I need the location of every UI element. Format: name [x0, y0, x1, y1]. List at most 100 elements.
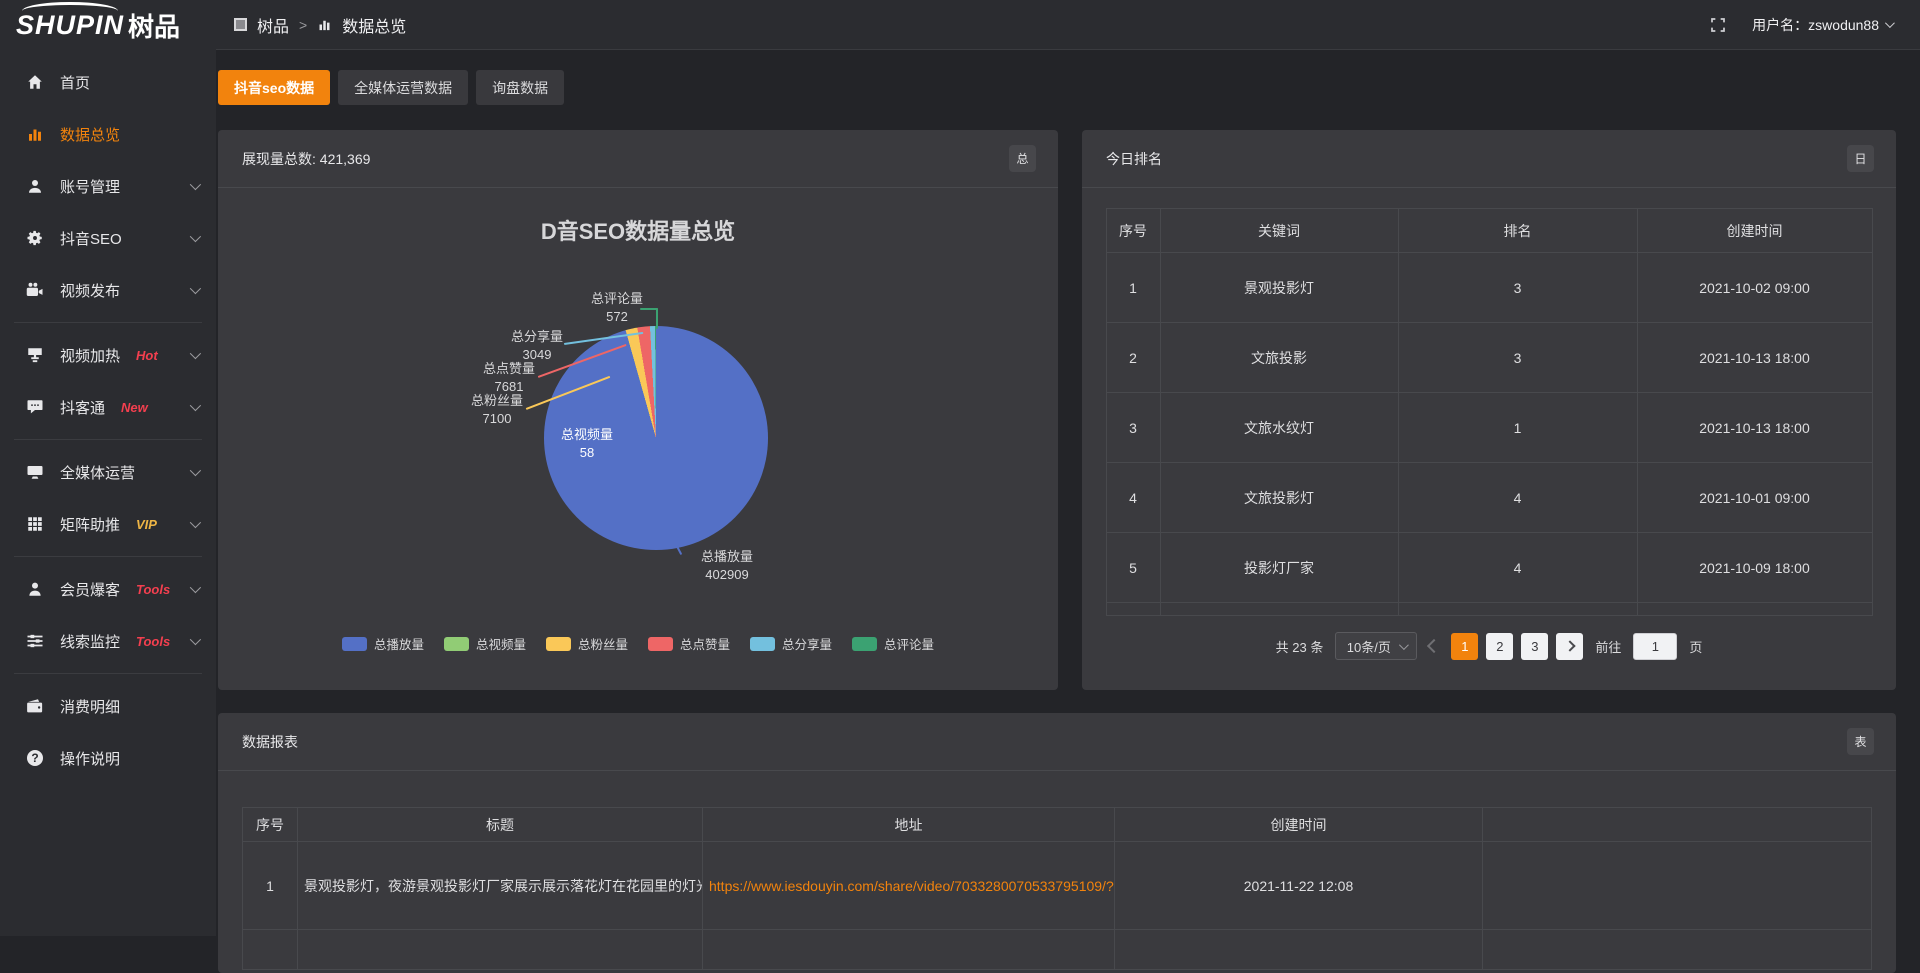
day-toggle-button[interactable]: 日 — [1847, 145, 1874, 172]
menu-divider — [14, 556, 202, 557]
menu-divider — [14, 322, 202, 323]
table-row: 1 景观投影灯，夜游景观投影灯厂家展示展示落花灯在花园里的灯光投影应用效果 # … — [243, 842, 1872, 930]
sidebar-item-member-burst[interactable]: 会员爆客 Tools — [0, 563, 216, 615]
sidebar-item-lead-monitor[interactable]: 线索监控 Tools — [0, 615, 216, 667]
chevron-down-icon — [190, 231, 201, 242]
next-page-button[interactable] — [1556, 633, 1583, 660]
legend-swatch — [546, 637, 571, 651]
page-button-3[interactable]: 3 — [1521, 633, 1548, 660]
column-header: 地址 — [703, 808, 1115, 842]
monitor-icon — [26, 463, 44, 481]
menu-divider — [14, 439, 202, 440]
user-menu[interactable]: 用户名：zswodun88 — [1752, 15, 1892, 35]
total-toggle-button[interactable]: 总 — [1009, 145, 1036, 172]
fullscreen-icon[interactable] — [1710, 17, 1726, 33]
tools-badge: Tools — [136, 634, 170, 649]
home-icon — [26, 73, 44, 91]
chevron-down-icon — [1399, 640, 1409, 650]
sidebar-item-media-operation[interactable]: 全媒体运营 — [0, 446, 216, 498]
goto-suffix-label: 页 — [1689, 637, 1702, 656]
chevron-down-icon — [1885, 18, 1895, 28]
sidebar-item-douyin-seo[interactable]: 抖音SEO — [0, 212, 216, 264]
sidebar-item-data-overview[interactable]: 数据总览 — [0, 108, 216, 160]
chevron-down-icon — [190, 400, 201, 411]
sidebar-item-consumption-detail[interactable]: 消费明细 — [0, 680, 216, 732]
sidebar-item-label: 矩阵助推 — [60, 514, 120, 535]
table-row: 5 投影灯厂家 4 2021-10-09 18:00 — [1106, 533, 1872, 603]
pie-chart[interactable]: D音SEO数据量总览 总评论量572 总分享量3049 总点赞量7681 总粉 — [242, 188, 1034, 658]
sidebar-item-matrix-boost[interactable]: 矩阵助推 VIP — [0, 498, 216, 550]
sidebar-item-label: 消费明细 — [60, 696, 120, 717]
chevron-down-icon — [190, 283, 201, 294]
sidebar-item-video-publish[interactable]: 视频发布 — [0, 264, 216, 316]
chevron-down-icon — [190, 179, 201, 190]
chevron-down-icon — [190, 582, 201, 593]
grid-icon — [26, 515, 44, 533]
column-header: 创建时间 — [1637, 209, 1872, 253]
video-title-cell: 景观投影灯，夜游景观投影灯厂家展示展示落花灯在花园里的灯光投影应用效果 # — [298, 842, 703, 930]
tools-badge: Tools — [136, 582, 170, 597]
logo-text-cn: 树品 — [128, 7, 180, 44]
sidebar-item-home[interactable]: 首页 — [0, 56, 216, 108]
sidebar-item-doukettong[interactable]: 抖客通 New — [0, 381, 216, 433]
menu-divider — [14, 673, 202, 674]
overview-panel-header: 展现量总数: 421,369 — [218, 130, 1058, 188]
page-size-select[interactable]: 10条/页 — [1335, 632, 1417, 660]
main-content: 抖音seo数据 全媒体运营数据 询盘数据 展现量总数: 421,369 总 D音… — [216, 50, 1920, 936]
tab-media-operation-data[interactable]: 全媒体运营数据 — [338, 70, 468, 105]
page-goto-input[interactable] — [1633, 633, 1677, 660]
page-button-2[interactable]: 2 — [1486, 633, 1513, 660]
goto-label: 前往 — [1595, 637, 1621, 656]
video-url-link[interactable]: https://www.iesdouyin.com/share/video/70… — [709, 878, 1115, 894]
table-toggle-button[interactable]: 表 — [1847, 728, 1874, 755]
column-header: 关键词 — [1160, 209, 1398, 253]
legend-swatch — [342, 637, 367, 651]
tab-inquiry-data[interactable]: 询盘数据 — [476, 70, 564, 105]
comment-icon — [26, 398, 44, 416]
pie-label-share: 总分享量3049 — [492, 328, 582, 364]
legend-item-video[interactable]: 总视频量 — [444, 634, 526, 653]
ranking-panel-title: 今日排名 — [1106, 149, 1162, 169]
column-header: 排名 — [1398, 209, 1637, 253]
table-row: 2 文旅投影 3 2021-10-13 18:00 — [1106, 323, 1872, 393]
pie-label-play: 总播放量402909 — [682, 548, 772, 584]
legend-item-play[interactable]: 总播放量 — [342, 634, 424, 653]
sidebar-item-label: 视频加热 — [60, 345, 120, 366]
prev-page-button[interactable] — [1427, 639, 1441, 653]
chevron-down-icon — [190, 465, 201, 476]
today-ranking-panel: 今日排名 日 序号 关键词 排名 创建时间 1 景观投影灯 3 2021-10-… — [1082, 130, 1896, 690]
sidebar: SHUPIN 树品 首页 数据总览 账号管理 抖音SEO — [0, 0, 216, 936]
app-logo[interactable]: SHUPIN 树品 — [0, 0, 216, 50]
leader-line — [656, 308, 658, 329]
report-panel-header: 数据报表 — [218, 713, 1896, 771]
sidebar-item-label: 操作说明 — [60, 748, 120, 769]
sliders-icon — [26, 632, 44, 650]
username-label: 用户名：zswodun88 — [1752, 15, 1879, 35]
sidebar-menu: 首页 数据总览 账号管理 抖音SEO 视频发布 — [0, 50, 216, 784]
breadcrumb-root[interactable]: 树品 — [257, 13, 289, 37]
gear-icon — [26, 229, 44, 247]
legend-item-share[interactable]: 总分享量 — [750, 634, 832, 653]
column-header: 创建时间 — [1115, 808, 1483, 842]
column-header: 标题 — [298, 808, 703, 842]
legend-item-like[interactable]: 总点赞量 — [648, 634, 730, 653]
table-row-stub — [1106, 603, 1872, 616]
mini-bar-chart-icon — [317, 17, 332, 32]
chevron-down-icon — [190, 348, 201, 359]
legend-swatch — [750, 637, 775, 651]
sidebar-item-account[interactable]: 账号管理 — [0, 160, 216, 212]
tab-douyin-seo-data[interactable]: 抖音seo数据 — [218, 70, 330, 105]
legend-item-comment[interactable]: 总评论量 — [852, 634, 934, 653]
sidebar-item-label: 抖客通 — [60, 397, 105, 418]
sidebar-item-instructions[interactable]: ? 操作说明 — [0, 732, 216, 784]
sidebar-item-video-heat[interactable]: 视频加热 Hot — [0, 329, 216, 381]
report-table: 序号 标题 地址 创建时间 1 景观投影灯，夜游景观投影灯厂家展示展示落花灯在花… — [242, 807, 1872, 970]
ranking-panel-header: 今日排名 — [1082, 130, 1896, 188]
data-report-panel: 数据报表 表 序号 标题 地址 创建时间 1 景观投影灯，夜游景观投影灯厂家展示… — [218, 713, 1896, 973]
sidebar-item-label: 账号管理 — [60, 176, 120, 197]
page-button-1[interactable]: 1 — [1451, 633, 1478, 660]
legend-item-fans[interactable]: 总粉丝量 — [546, 634, 628, 653]
breadcrumb-current[interactable]: 数据总览 — [342, 13, 406, 37]
sidebar-item-label: 全媒体运营 — [60, 462, 135, 483]
sidebar-item-label: 视频发布 — [60, 280, 120, 301]
